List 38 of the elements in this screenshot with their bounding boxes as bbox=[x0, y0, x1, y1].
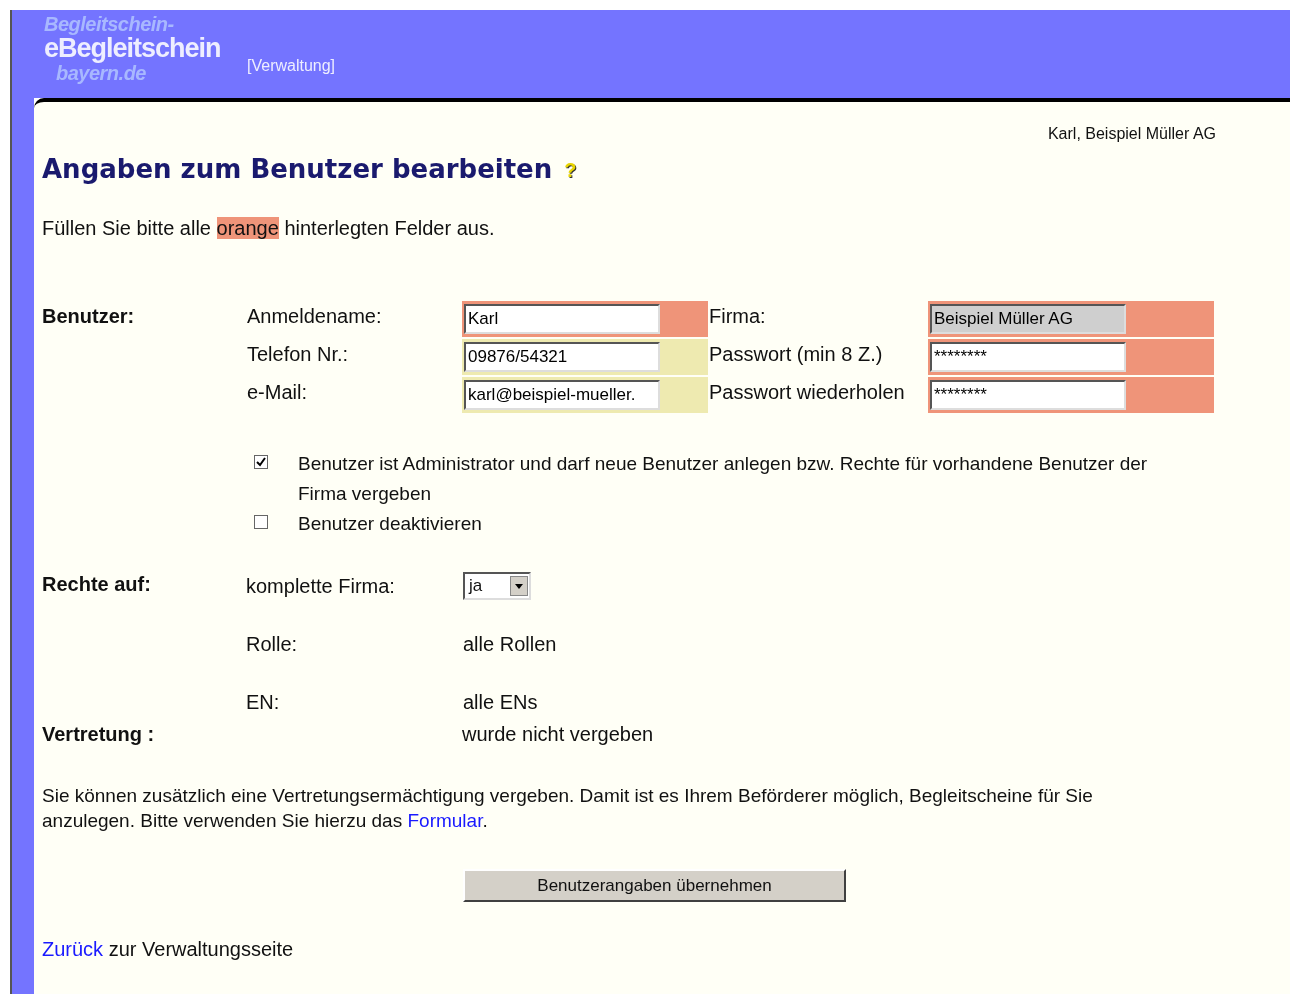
submit-button[interactable]: Benutzerangaben übernehmen bbox=[463, 869, 846, 902]
checkbox-label: Benutzer ist Administrator und darf neue Benutzer anlegen bzw. Rechte für vorhandene Benutzer der Firma vergeben bbox=[298, 452, 1149, 506]
section-label: Rechte auf: bbox=[42, 572, 152, 597]
logo: eBegleitschein bbox=[44, 35, 222, 62]
input-field[interactable]: ******** bbox=[930, 380, 1126, 410]
representation-value: wurde nicht vergeben bbox=[462, 722, 654, 747]
field-label: e-Mail: bbox=[246, 380, 308, 405]
instruction-text: Füllen Sie bitte alle orange hinterlegten Felder aus. bbox=[42, 216, 496, 241]
field-label: Anmeldename: bbox=[246, 304, 383, 329]
logo-subtext: Begleitschein- bbox=[44, 14, 175, 34]
field-value: alle ENs bbox=[463, 690, 538, 715]
field-label: Telefon Nr.: bbox=[246, 342, 350, 367]
checkbox[interactable] bbox=[254, 455, 268, 469]
field-label: Passwort wiederholen bbox=[708, 380, 906, 405]
field-label: Rolle: bbox=[246, 632, 299, 657]
form-link[interactable]: Formular bbox=[407, 810, 483, 831]
field-label: komplette Firma: bbox=[246, 574, 396, 599]
input-field[interactable]: ******** bbox=[930, 342, 1126, 372]
page-title: Angaben zum Benutzer bearbeiten bbox=[42, 153, 553, 186]
back-text: Zurück zur Verwaltungsseite bbox=[42, 937, 295, 962]
input-field[interactable]: 09876/54321 bbox=[464, 342, 660, 372]
input-field[interactable]: Karl bbox=[464, 304, 660, 334]
field-label: Passwort (min 8 Z.) bbox=[708, 342, 884, 367]
field-label: Firma: bbox=[708, 304, 767, 329]
dropdown[interactable]: ja bbox=[463, 572, 531, 600]
field-label: EN: bbox=[246, 690, 281, 715]
back-link[interactable]: Zurück bbox=[42, 938, 104, 960]
section-label: Benutzer: bbox=[42, 304, 136, 329]
section-label: [Verwaltung] bbox=[247, 56, 336, 76]
checkbox[interactable] bbox=[254, 515, 268, 529]
info-paragraph: Sie können zusätzlich eine Vertretungsermächtigung vergeben. Damit ist es Ihrem Beförderer möglich, Begleitscheine für Sie anzulegen. Bitte verwenden Sie hierzu das Formular. bbox=[42, 784, 1094, 833]
checkbox-label: Benutzer deaktivieren bbox=[298, 512, 483, 536]
logo-subtext: bayern.de bbox=[56, 63, 146, 83]
input-field[interactable]: karl@beispiel-mueller. bbox=[464, 380, 660, 410]
caret-icon[interactable] bbox=[510, 576, 528, 596]
field-value: alle Rollen bbox=[463, 632, 557, 657]
section-label: Vertretung : bbox=[42, 722, 156, 747]
user-info: Karl, Beispiel Müller AG bbox=[1047, 124, 1216, 144]
